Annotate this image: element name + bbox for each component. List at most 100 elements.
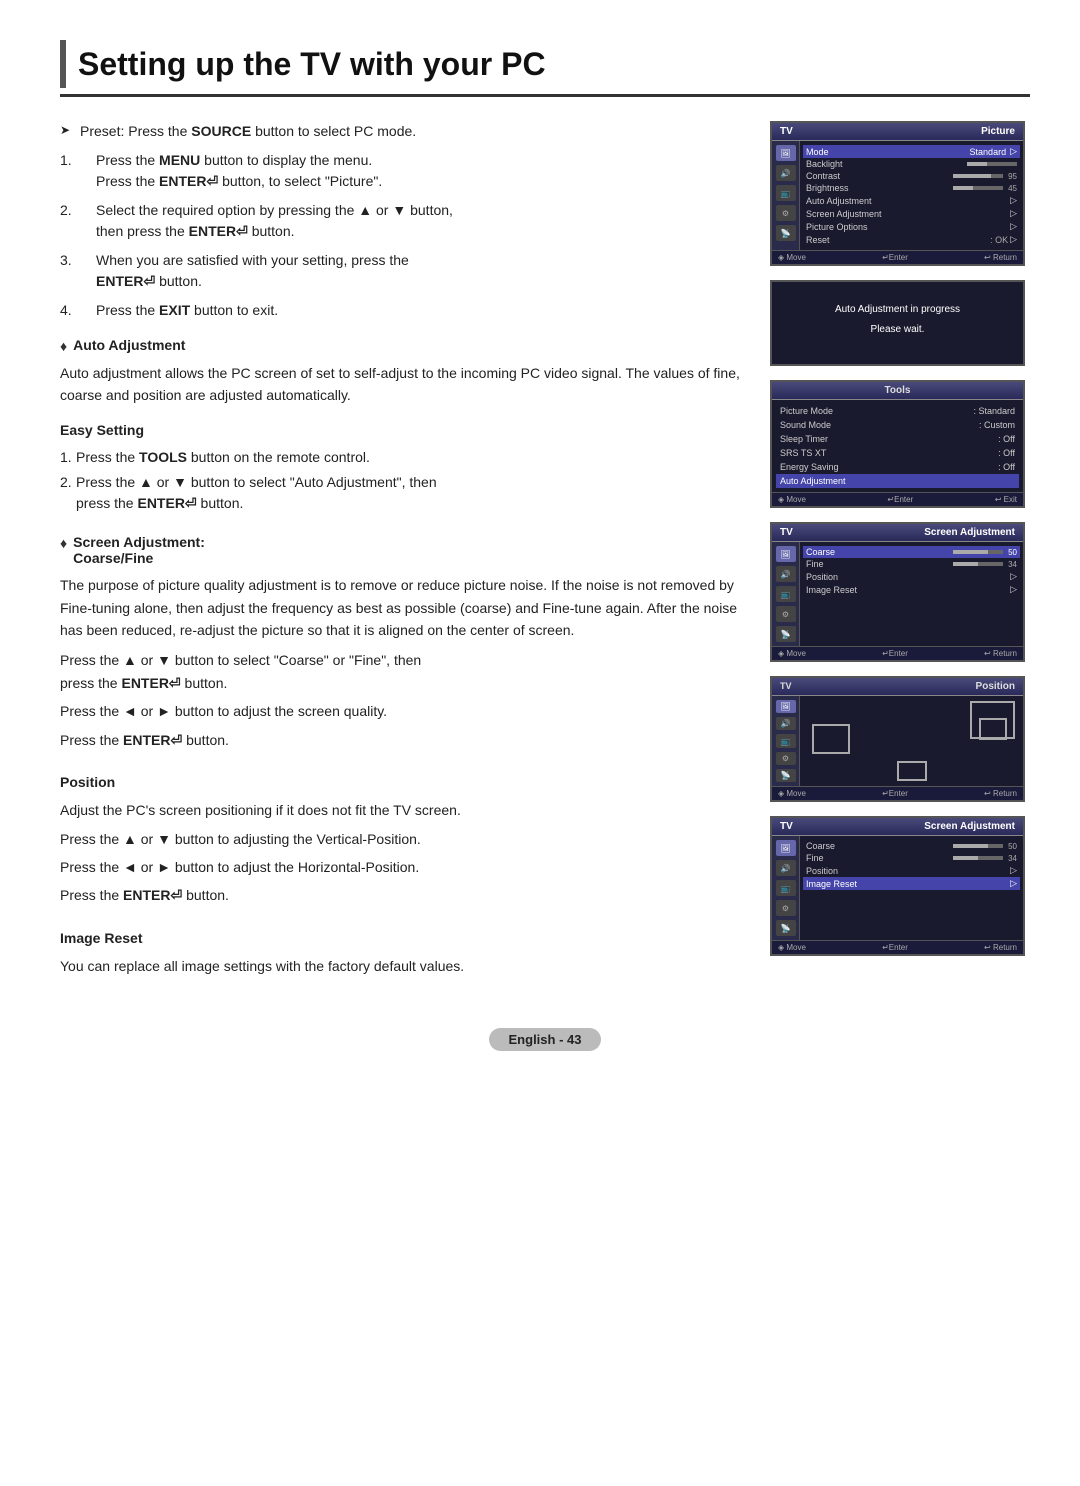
screen-adj-icon-2: 🔊: [776, 566, 796, 582]
screen-adj2-row-imgreset: Image Reset ▷: [803, 877, 1020, 890]
position-body1: Adjust the PC's screen positioning if it…: [60, 799, 750, 821]
screen-adj-footer-return-2: ↩ Return: [984, 943, 1017, 952]
intro-list: Preset: Press the SOURCE button to selec…: [60, 121, 750, 321]
tv-row-screen-adj: Screen Adjustment ▷: [806, 207, 1017, 220]
pos-rect-bottom: [897, 761, 927, 781]
position-screen: TV Position 🖼 🔊 📺 ⚙ 📡: [770, 676, 1025, 802]
tools-row-picture-mode: Picture Mode: Standard: [780, 404, 1015, 418]
pos-footer-enter: ↵Enter: [882, 789, 908, 798]
screen-adj-row-reset: Image Reset ▷: [806, 583, 1017, 596]
position-body-area: 🖼 🔊 📺 ⚙ 📡: [772, 696, 1023, 786]
tools-screen: Tools Picture Mode: Standard Sound Mode:…: [770, 380, 1025, 508]
screen-adj-row-position: Position ▷: [806, 570, 1017, 583]
auto-adj-screen: Auto Adjustment in progress Please wait.: [770, 280, 1025, 366]
tv-row-auto-adj: Auto Adjustment ▷: [806, 194, 1017, 207]
pos-rect-medium-left: [812, 724, 850, 754]
tv-picture-body: 🖼 🔊 📺 ⚙ 📡 Mode Standard ▷ Backlight: [772, 141, 1023, 250]
tools-row-energy: Energy Saving: Off: [780, 460, 1015, 474]
auto-adjustment-section: ♦ Auto Adjustment Auto adjustment allows…: [60, 337, 750, 514]
position-body2: Press the ▲ or ▼ button to adjusting the…: [60, 828, 750, 850]
position-sidebar: 🖼 🔊 📺 ⚙ 📡: [772, 696, 800, 786]
screen-adj-body1: The purpose of picture quality adjustmen…: [60, 574, 750, 641]
tv-footer-enter: ↵Enter: [882, 253, 908, 262]
tv-icon-5: 📡: [776, 225, 796, 241]
tools-footer-enter: ↵Enter: [887, 495, 913, 504]
intro-preset: Preset: Press the SOURCE button to selec…: [60, 121, 750, 142]
tools-footer: ◈ Move ↵Enter ↩ Exit: [772, 492, 1023, 506]
screen-adj-footer-enter-1: ↵Enter: [882, 649, 908, 658]
screen-adjustment-section: ♦ Screen Adjustment: Coarse/Fine The pur…: [60, 534, 750, 751]
tv-footer-return: ↩ Return: [984, 253, 1017, 262]
screen-adj-screen-1: TV Screen Adjustment 🖼 🔊 📺 ⚙ 📡 Coarse: [770, 522, 1025, 662]
tv-footer-move: ◈ Move: [778, 253, 806, 262]
screen-adj-screen-2: TV Screen Adjustment 🖼 🔊 📺 ⚙ 📡 Coarse: [770, 816, 1025, 956]
screen-adj2-icon-3: 📺: [776, 880, 796, 896]
tv-row-brightness: Brightness 45: [806, 182, 1017, 194]
tv-row-picture-opts: Picture Options ▷: [806, 220, 1017, 233]
screen-adj-body-1: 🖼 🔊 📺 ⚙ 📡 Coarse 50 Fine: [772, 542, 1023, 646]
screen-adj-footer-move-1: ◈ Move: [778, 649, 806, 658]
auto-adjustment-body: Auto adjustment allows the PC screen of …: [60, 362, 750, 407]
right-column: TV Picture 🖼 🔊 📺 ⚙ 📡 Mode Standard ▷: [770, 121, 1030, 998]
screen-adj2-icon-4: ⚙: [776, 900, 796, 916]
screen-adj-content-2: Coarse 50 Fine 34 Posi: [800, 836, 1023, 940]
screen-adj-footer-enter-2: ↵Enter: [882, 943, 908, 952]
pos-icon-5: 📡: [776, 769, 796, 782]
page-footer: English - 43: [60, 1028, 1030, 1051]
auto-adj-line1: Auto Adjustment in progress: [782, 302, 1013, 318]
image-reset-body: You can replace all image settings with …: [60, 955, 750, 977]
position-canvas: [800, 696, 1023, 786]
screen-adj-body2: Press the ▲ or ▼ button to select "Coars…: [60, 649, 750, 694]
tools-header: Tools: [772, 382, 1023, 400]
tv-picture-header: TV Picture: [772, 123, 1023, 141]
position-body4: Press the ENTER⏎ button.: [60, 884, 750, 906]
tools-row-srs: SRS TS XT: Off: [780, 446, 1015, 460]
pos-icon-4: ⚙: [776, 752, 796, 765]
screen-adj-content-1: Coarse 50 Fine 34 Posi: [800, 542, 1023, 646]
position-header: TV Position: [772, 678, 1023, 696]
tools-footer-move: ◈ Move: [778, 495, 806, 504]
screen-adj2-row-fine: Fine 34: [806, 852, 1017, 864]
pos-tv-label: TV: [780, 681, 792, 691]
position-section: Position Adjust the PC's screen position…: [60, 771, 750, 907]
tv-row-reset: Reset : OK ▷: [806, 233, 1017, 246]
screen-adj-header-right-2: Screen Adjustment: [924, 821, 1015, 832]
tools-row-sleep-timer: Sleep Timer: Off: [780, 432, 1015, 446]
screen-adj-body4: Press the ENTER⏎ button.: [60, 729, 750, 751]
auto-adjustment-title: ♦ Auto Adjustment: [60, 337, 750, 354]
pos-icon-2: 🔊: [776, 717, 796, 730]
screen-adj-body-2: 🖼 🔊 📺 ⚙ 📡 Coarse 50 Fine: [772, 836, 1023, 940]
screen-adj-icon-4: ⚙: [776, 606, 796, 622]
screen-adj-header-right-1: Screen Adjustment: [924, 527, 1015, 538]
screen-adj-footer-1: ◈ Move ↵Enter ↩ Return: [772, 646, 1023, 660]
screen-adj-footer-return-1: ↩ Return: [984, 649, 1017, 658]
screen-adj2-icon-1: 🖼: [776, 840, 796, 856]
intro-step4: 4. Press the EXIT button to exit.: [60, 300, 750, 321]
page-title: Setting up the TV with your PC: [78, 46, 546, 83]
main-layout: Preset: Press the SOURCE button to selec…: [60, 121, 1030, 998]
tv-row-backlight: Backlight: [806, 158, 1017, 170]
position-title: Position: [60, 771, 750, 793]
screen-adj-sidebar-1: 🖼 🔊 📺 ⚙ 📡: [772, 542, 800, 646]
screen-adj-row-fine: Fine 34: [806, 558, 1017, 570]
auto-adj-line2: Please wait.: [782, 322, 1013, 338]
tv-icon-1: 🖼: [776, 145, 796, 161]
screen-adj-body3: Press the ◄ or ► button to adjust the sc…: [60, 700, 750, 722]
easy-setting-block: Easy Setting Press the TOOLS button on t…: [60, 419, 750, 514]
screen-adj2-row-position: Position ▷: [806, 864, 1017, 877]
tv-icon-2: 🔊: [776, 165, 796, 181]
image-reset-title: Image Reset: [60, 927, 750, 949]
tv-row-contrast: Contrast 95: [806, 170, 1017, 182]
screen-adjustment-title: ♦ Screen Adjustment: Coarse/Fine: [60, 534, 750, 566]
pos-footer-return: ↩ Return: [984, 789, 1017, 798]
screen-adj-header-1: TV Screen Adjustment: [772, 524, 1023, 542]
tv-row-mode: Mode Standard ▷: [803, 145, 1020, 158]
intro-step1: 1. Press the MENU button to display the …: [60, 150, 750, 192]
easy-step2: Press the ▲ or ▼ button to select "Auto …: [60, 472, 750, 514]
easy-setting-list: Press the TOOLS button on the remote con…: [60, 447, 750, 514]
tv-picture-content: Mode Standard ▷ Backlight Contrast: [800, 141, 1023, 250]
screen-adj-footer-2: ◈ Move ↵Enter ↩ Return: [772, 940, 1023, 954]
screen-adj-sidebar-2: 🖼 🔊 📺 ⚙ 📡: [772, 836, 800, 940]
tools-footer-exit: ↩ Exit: [995, 495, 1017, 504]
tv-header-left: TV: [780, 126, 793, 137]
